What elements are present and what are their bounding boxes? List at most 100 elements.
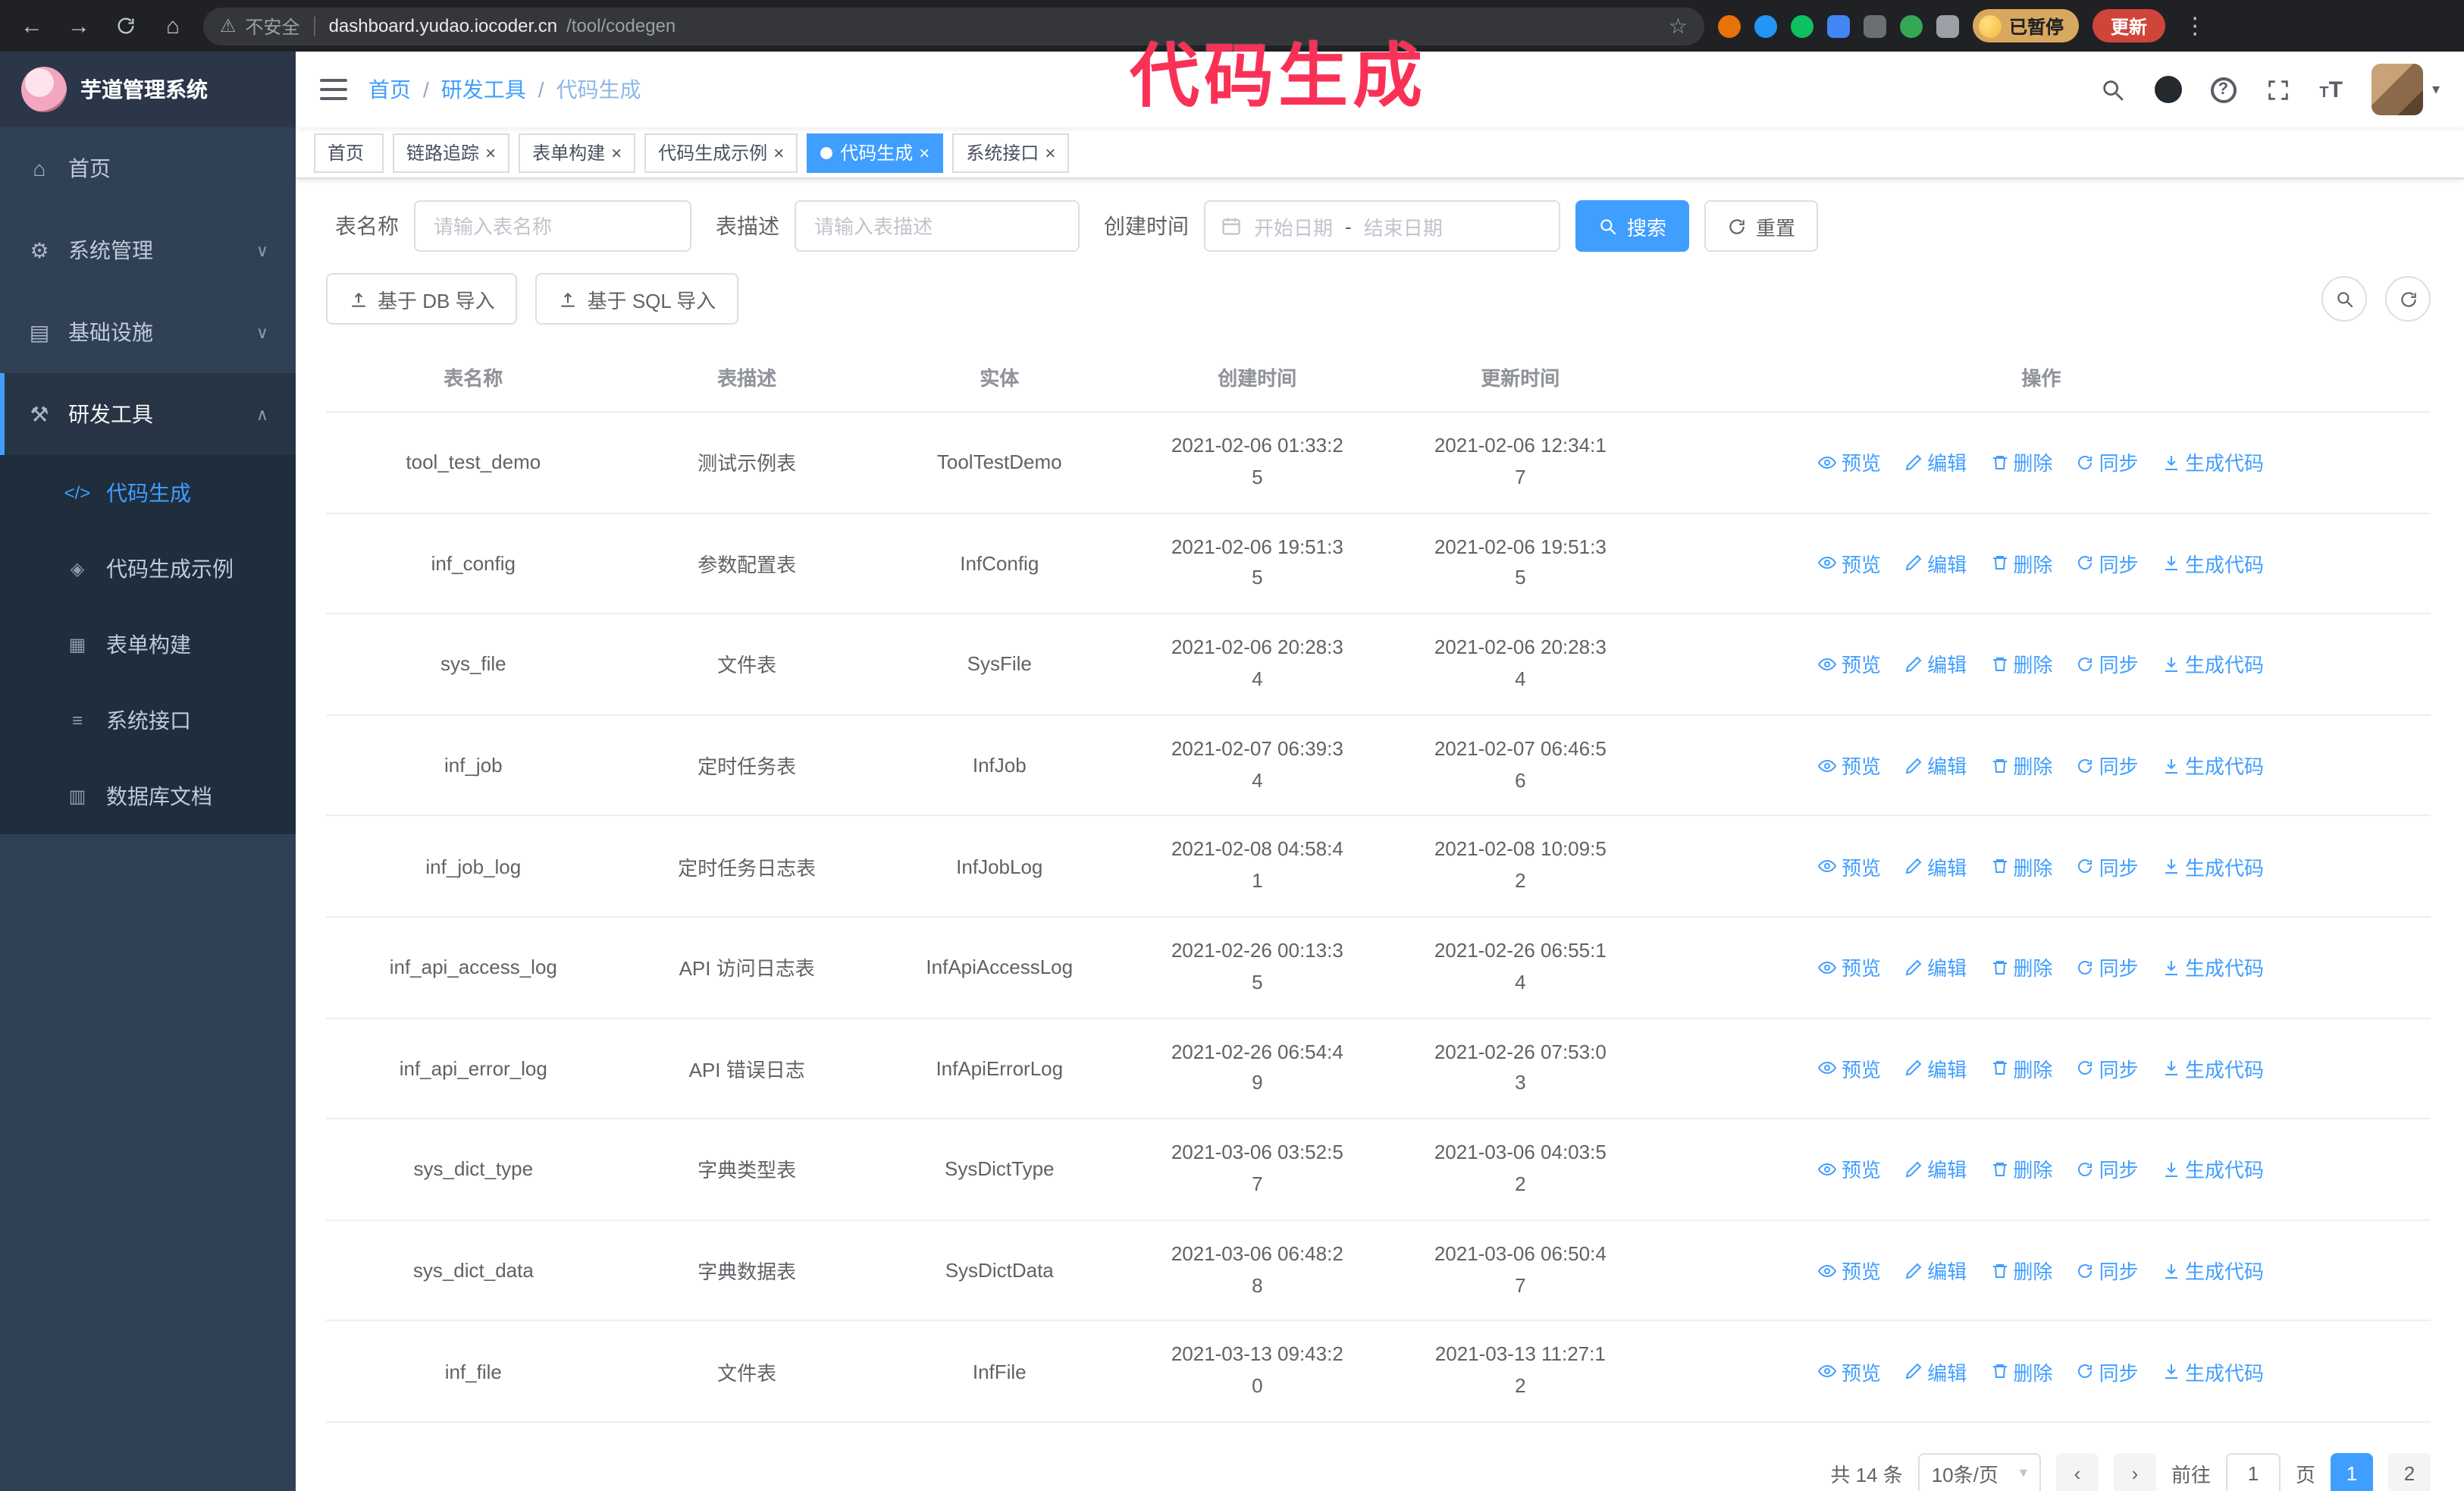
view-tab[interactable]: 代码生成示例 × bbox=[644, 133, 798, 172]
delete-link[interactable]: 删除 bbox=[1990, 1054, 2052, 1083]
sidebar-submenu-item[interactable]: </> 代码生成 bbox=[0, 455, 296, 531]
preview-link[interactable]: 预览 bbox=[1818, 953, 1881, 982]
view-tab[interactable]: 首页 bbox=[314, 133, 384, 172]
page-number-button[interactable]: 2 bbox=[2388, 1452, 2431, 1491]
edit-link[interactable]: 编辑 bbox=[1904, 1357, 1967, 1386]
sync-link[interactable]: 同步 bbox=[2077, 448, 2139, 477]
preview-link[interactable]: 预览 bbox=[1818, 549, 1881, 578]
preview-link[interactable]: 预览 bbox=[1818, 650, 1881, 679]
edit-link[interactable]: 编辑 bbox=[1904, 751, 1967, 780]
sidebar-toggle-icon[interactable] bbox=[320, 79, 347, 100]
edit-link[interactable]: 编辑 bbox=[1904, 1054, 1967, 1083]
delete-link[interactable]: 删除 bbox=[1990, 549, 2052, 578]
extension-drop-icon[interactable] bbox=[1754, 14, 1777, 37]
import-db-button[interactable]: 基于 DB 导入 bbox=[326, 273, 518, 325]
next-page-button[interactable]: › bbox=[2113, 1452, 2156, 1491]
sidebar-menu-item[interactable]: ⌂ 首页 bbox=[0, 127, 296, 209]
tab-close-icon[interactable]: × bbox=[485, 142, 496, 163]
sidebar-submenu-item[interactable]: ≡ 系统接口 bbox=[0, 683, 296, 758]
sidebar-submenu-item[interactable]: ▥ 数据库文档 bbox=[0, 758, 296, 834]
sidebar-menu-item[interactable]: ⚙ 系统管理 ∨ bbox=[0, 209, 296, 291]
extension-adblock-icon[interactable] bbox=[1791, 14, 1814, 37]
search-icon[interactable] bbox=[2099, 77, 2125, 102]
font-size-icon[interactable]: TT bbox=[2319, 77, 2343, 102]
preview-link[interactable]: 预览 bbox=[1818, 1357, 1881, 1386]
sync-link[interactable]: 同步 bbox=[2077, 1357, 2139, 1386]
delete-link[interactable]: 删除 bbox=[1990, 1357, 2052, 1386]
sync-link[interactable]: 同步 bbox=[2077, 549, 2139, 578]
extensions-puzzle-icon[interactable] bbox=[1936, 14, 1959, 37]
sync-link[interactable]: 同步 bbox=[2077, 1155, 2139, 1184]
help-icon[interactable] bbox=[2210, 77, 2237, 102]
generate-code-link[interactable]: 生成代码 bbox=[2162, 650, 2264, 679]
sidebar-menu-item[interactable]: ⚒ 研发工具 ∧ bbox=[0, 373, 296, 455]
extension-sprout-icon[interactable] bbox=[1900, 14, 1923, 37]
browser-reload-icon[interactable] bbox=[109, 9, 143, 42]
user-avatar[interactable]: ▾ bbox=[2371, 64, 2440, 115]
sidebar-submenu-item[interactable]: ▦ 表单构建 bbox=[0, 607, 296, 683]
page-size-select[interactable]: 10条/页 ▾ bbox=[1917, 1452, 2041, 1491]
generate-code-link[interactable]: 生成代码 bbox=[2162, 852, 2264, 880]
reset-button[interactable]: 重置 bbox=[1704, 200, 1819, 252]
extension-tool-icon[interactable] bbox=[1864, 14, 1886, 37]
sync-link[interactable]: 同步 bbox=[2077, 953, 2139, 982]
edit-link[interactable]: 编辑 bbox=[1904, 1155, 1967, 1184]
table-name-input[interactable] bbox=[414, 200, 691, 252]
sidebar-logo[interactable]: 芋道管理系统 bbox=[0, 52, 296, 127]
tab-close-icon[interactable]: × bbox=[773, 142, 784, 163]
table-desc-input[interactable] bbox=[795, 200, 1080, 252]
browser-home-icon[interactable]: ⌂ bbox=[156, 9, 190, 42]
refresh-table-button[interactable] bbox=[2385, 276, 2431, 322]
browser-menu-icon[interactable]: ⋮ bbox=[2179, 12, 2211, 39]
edit-link[interactable]: 编辑 bbox=[1904, 1256, 1967, 1285]
view-tab[interactable]: 表单构建 × bbox=[519, 133, 636, 172]
toggle-search-button[interactable] bbox=[2321, 276, 2367, 322]
generate-code-link[interactable]: 生成代码 bbox=[2162, 549, 2264, 578]
browser-forward-icon[interactable]: → bbox=[62, 9, 96, 42]
bookmark-star-icon[interactable]: ☆ bbox=[1669, 13, 1688, 39]
breadcrumb-item[interactable]: 研发工具 / bbox=[441, 74, 544, 105]
generate-code-link[interactable]: 生成代码 bbox=[2162, 953, 2264, 982]
generate-code-link[interactable]: 生成代码 bbox=[2162, 1357, 2264, 1386]
browser-update-button[interactable]: 更新 bbox=[2093, 9, 2166, 42]
delete-link[interactable]: 删除 bbox=[1990, 448, 2052, 477]
edit-link[interactable]: 编辑 bbox=[1904, 953, 1967, 982]
tab-close-icon[interactable]: × bbox=[611, 142, 622, 163]
preview-link[interactable]: 预览 bbox=[1818, 448, 1881, 477]
preview-link[interactable]: 预览 bbox=[1818, 1155, 1881, 1184]
generate-code-link[interactable]: 生成代码 bbox=[2162, 751, 2264, 780]
edit-link[interactable]: 编辑 bbox=[1904, 852, 1967, 880]
edit-link[interactable]: 编辑 bbox=[1904, 650, 1967, 679]
edit-link[interactable]: 编辑 bbox=[1904, 448, 1967, 477]
preview-link[interactable]: 预览 bbox=[1818, 852, 1881, 880]
view-tab[interactable]: 链路追踪 × bbox=[393, 133, 510, 172]
extension-people-icon[interactable] bbox=[1827, 14, 1850, 37]
delete-link[interactable]: 删除 bbox=[1990, 650, 2052, 679]
prev-page-button[interactable]: ‹ bbox=[2055, 1452, 2099, 1491]
tab-close-icon[interactable]: × bbox=[919, 142, 929, 163]
date-range-picker[interactable]: 开始日期 - 结束日期 bbox=[1204, 200, 1560, 252]
view-tab[interactable]: 系统接口 × bbox=[952, 133, 1070, 172]
breadcrumb-item[interactable]: 代码生成 / bbox=[556, 74, 641, 105]
github-icon[interactable] bbox=[2154, 76, 2182, 103]
sidebar-submenu-item[interactable]: ◈ 代码生成示例 bbox=[0, 531, 296, 607]
page-number-button[interactable]: 1 bbox=[2331, 1452, 2373, 1491]
extension-fox-icon[interactable] bbox=[1718, 14, 1741, 37]
sync-link[interactable]: 同步 bbox=[2077, 650, 2139, 679]
preview-link[interactable]: 预览 bbox=[1818, 751, 1881, 780]
breadcrumb-item[interactable]: 首页 / bbox=[368, 74, 429, 105]
view-tab[interactable]: 代码生成 × bbox=[807, 133, 944, 172]
delete-link[interactable]: 删除 bbox=[1990, 852, 2052, 880]
generate-code-link[interactable]: 生成代码 bbox=[2162, 1054, 2264, 1083]
sync-link[interactable]: 同步 bbox=[2077, 751, 2139, 780]
sidebar-menu-item[interactable]: ▤ 基础设施 ∨ bbox=[0, 291, 296, 373]
sync-link[interactable]: 同步 bbox=[2077, 1256, 2139, 1285]
browser-back-icon[interactable]: ← bbox=[15, 9, 49, 42]
delete-link[interactable]: 删除 bbox=[1990, 751, 2052, 780]
generate-code-link[interactable]: 生成代码 bbox=[2162, 1256, 2264, 1285]
sync-link[interactable]: 同步 bbox=[2077, 852, 2139, 880]
delete-link[interactable]: 删除 bbox=[1990, 1155, 2052, 1184]
generate-code-link[interactable]: 生成代码 bbox=[2162, 1155, 2264, 1184]
tab-close-icon[interactable]: × bbox=[1045, 142, 1055, 163]
preview-link[interactable]: 预览 bbox=[1818, 1054, 1881, 1083]
